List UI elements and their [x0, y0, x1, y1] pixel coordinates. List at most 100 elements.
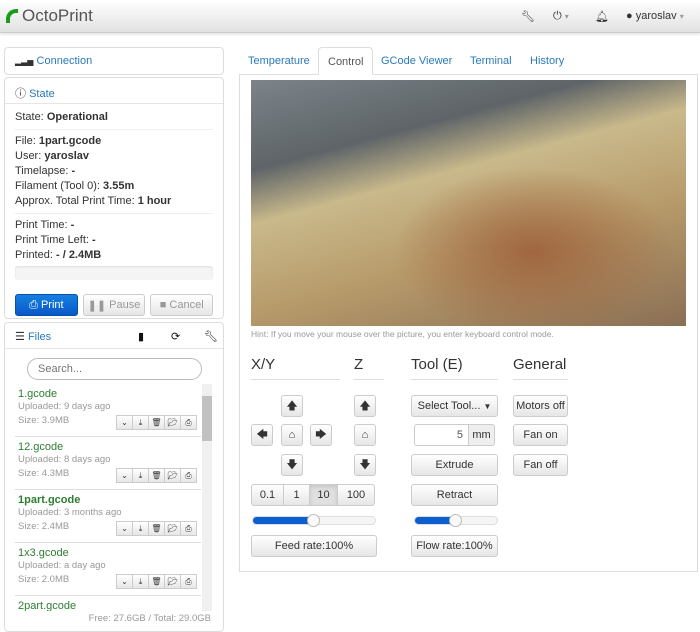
- tab-control[interactable]: Control: [318, 47, 374, 75]
- home-icon: ⌂: [361, 429, 369, 441]
- flow-rate-button[interactable]: Flow rate:100%: [411, 535, 498, 557]
- connection-title: Connection: [36, 55, 93, 67]
- tool-heading: Tool (E): [411, 356, 463, 373]
- user-icon: ●: [626, 10, 633, 22]
- folder-open-icon[interactable]: 📂︎: [164, 574, 181, 589]
- new-file-icon[interactable]: ▮: [138, 330, 144, 343]
- approx-time-row: Approx. Total Print Time: 1 hour: [15, 195, 172, 207]
- scrollbar[interactable]: [202, 384, 212, 611]
- wrench-icon[interactable]: 🔧︎: [521, 10, 535, 23]
- file-item[interactable]: 2part.gcode: [15, 596, 201, 611]
- print-icon[interactable]: ⎙: [180, 521, 197, 536]
- step-10-button[interactable]: 10: [309, 484, 338, 506]
- time-left-row: Print Time Left: -: [15, 234, 96, 246]
- state-row: State: Operational: [15, 111, 108, 123]
- select-tool-dropdown[interactable]: Select Tool... ▼: [411, 395, 498, 417]
- z-heading: Z: [354, 356, 364, 373]
- folder-open-icon[interactable]: 📂︎: [164, 521, 181, 536]
- files-title: Files: [27, 331, 52, 343]
- list-icon: ☰: [15, 331, 25, 343]
- refresh-icon[interactable]: ⟳: [171, 330, 180, 343]
- slider-handle[interactable]: [449, 514, 462, 527]
- trash-icon[interactable]: 🗑︎: [148, 468, 165, 483]
- cancel-button[interactable]: ■ Cancel: [150, 294, 214, 316]
- x-minus-button[interactable]: 🡄: [251, 424, 273, 446]
- step-1-button[interactable]: 1: [283, 484, 310, 506]
- connection-header[interactable]: ▂▃▅ Connection: [5, 48, 223, 74]
- extrude-amount-input[interactable]: [414, 424, 469, 446]
- xy-heading: X/Y: [251, 356, 276, 373]
- info-icon: ⓘ: [15, 88, 26, 100]
- motors-off-button[interactable]: Motors off: [513, 395, 568, 417]
- extrude-button[interactable]: Extrude: [411, 454, 498, 476]
- file-item[interactable]: 12.gcode Uploaded: 8 days ago Size: 4.3MB ⌄…: [15, 437, 201, 490]
- z-home-button[interactable]: ⌂: [354, 424, 376, 446]
- file-item[interactable]: 1.gcode Uploaded: 9 days ago Size: 3.9MB ⌄ ⤓…: [15, 384, 201, 437]
- tab-gcode-viewer[interactable]: GCode Viewer: [372, 47, 461, 75]
- feed-rate-slider[interactable]: [252, 514, 376, 527]
- slider-handle[interactable]: [307, 514, 320, 527]
- extrude-amount-group: mm: [414, 424, 495, 446]
- expand-icon[interactable]: ⌄: [116, 468, 133, 483]
- octoprint-logo-icon: [6, 9, 18, 23]
- fan-on-button[interactable]: Fan on: [513, 424, 568, 446]
- arrow-up-icon: 🡅: [286, 399, 298, 412]
- flow-rate-slider[interactable]: [414, 514, 498, 527]
- file-item[interactable]: 1x3.gcode Uploaded: a day ago Size: 2.0MB ⌄…: [15, 543, 201, 596]
- navbar: OctoPrint 🔧︎ ⏻ ▾ 🔔︎ ● yaroslav ▾: [0, 0, 700, 33]
- files-panel: ☰ Files ▮ ⟳ 🔧︎ 1.gcodeUploaded: 9 days a…: [4, 322, 224, 632]
- state-title: State: [29, 88, 55, 100]
- bell-icon[interactable]: 🔔︎: [595, 10, 609, 23]
- feed-rate-button[interactable]: Feed rate:100%: [251, 535, 377, 557]
- caret-down-icon: ▼: [483, 401, 492, 411]
- expand-icon[interactable]: ⌄: [116, 415, 133, 430]
- files-header[interactable]: ☰ Files ▮ ⟳ 🔧︎: [5, 323, 223, 349]
- arrow-down-icon: 🡇: [359, 458, 371, 471]
- y-minus-button[interactable]: 🡇: [281, 454, 303, 476]
- brand[interactable]: OctoPrint: [6, 6, 93, 26]
- print-time-row: Print Time: -: [15, 219, 75, 231]
- tab-bar: Temperature Control GCode Viewer Termina…: [239, 47, 698, 75]
- state-header[interactable]: ⓘ State: [5, 78, 223, 104]
- y-plus-button[interactable]: 🡅: [281, 395, 303, 417]
- trash-icon[interactable]: 🗑︎: [148, 415, 165, 430]
- user-menu[interactable]: ● yaroslav ▾: [626, 10, 684, 22]
- tab-history[interactable]: History: [521, 47, 573, 75]
- tab-temperature[interactable]: Temperature: [239, 47, 319, 75]
- xy-home-button[interactable]: ⌂: [281, 424, 303, 446]
- tab-terminal[interactable]: Terminal: [461, 47, 521, 75]
- folder-open-icon[interactable]: 📂︎: [164, 468, 181, 483]
- retract-button[interactable]: Retract: [411, 484, 498, 506]
- username: yaroslav: [635, 10, 677, 22]
- z-plus-button[interactable]: 🡅: [354, 395, 376, 417]
- download-icon[interactable]: ⤓: [132, 521, 149, 536]
- x-plus-button[interactable]: 🡆: [310, 424, 332, 446]
- power-icon[interactable]: ⏻ ▾: [553, 10, 569, 23]
- fan-off-button[interactable]: Fan off: [513, 454, 568, 476]
- download-icon[interactable]: ⤓: [132, 415, 149, 430]
- search-input[interactable]: [27, 358, 202, 380]
- print-button[interactable]: ⎙ Print: [15, 294, 78, 316]
- print-icon[interactable]: ⎙: [180, 574, 197, 589]
- home-icon: ⌂: [288, 429, 296, 441]
- z-minus-button[interactable]: 🡇: [354, 454, 376, 476]
- wrench-icon[interactable]: 🔧︎: [204, 330, 218, 343]
- user-row: User: yaroslav: [15, 150, 89, 162]
- expand-icon[interactable]: ⌄: [116, 521, 133, 536]
- trash-icon[interactable]: 🗑︎: [148, 574, 165, 589]
- print-icon[interactable]: ⎙: [180, 468, 197, 483]
- step-100-button[interactable]: 100: [337, 484, 375, 506]
- download-icon[interactable]: ⤓: [132, 574, 149, 589]
- file-item-selected[interactable]: 1part.gcode Uploaded: 3 months ago Size: 2…: [15, 490, 201, 543]
- step-0.1-button[interactable]: 0.1: [251, 484, 284, 506]
- trash-icon[interactable]: 🗑︎: [148, 521, 165, 536]
- timelapse-row: Timelapse: -: [15, 165, 76, 177]
- expand-icon[interactable]: ⌄: [116, 574, 133, 589]
- print-icon[interactable]: ⎙: [180, 415, 197, 430]
- webcam-stream[interactable]: [251, 80, 686, 326]
- folder-open-icon[interactable]: 📂︎: [164, 415, 181, 430]
- state-panel: ⓘ State State: Operational File: 1part.g…: [4, 77, 224, 319]
- pause-button[interactable]: ❚❚ Pause: [82, 294, 146, 316]
- arrow-down-icon: 🡇: [286, 458, 298, 471]
- download-icon[interactable]: ⤓: [132, 468, 149, 483]
